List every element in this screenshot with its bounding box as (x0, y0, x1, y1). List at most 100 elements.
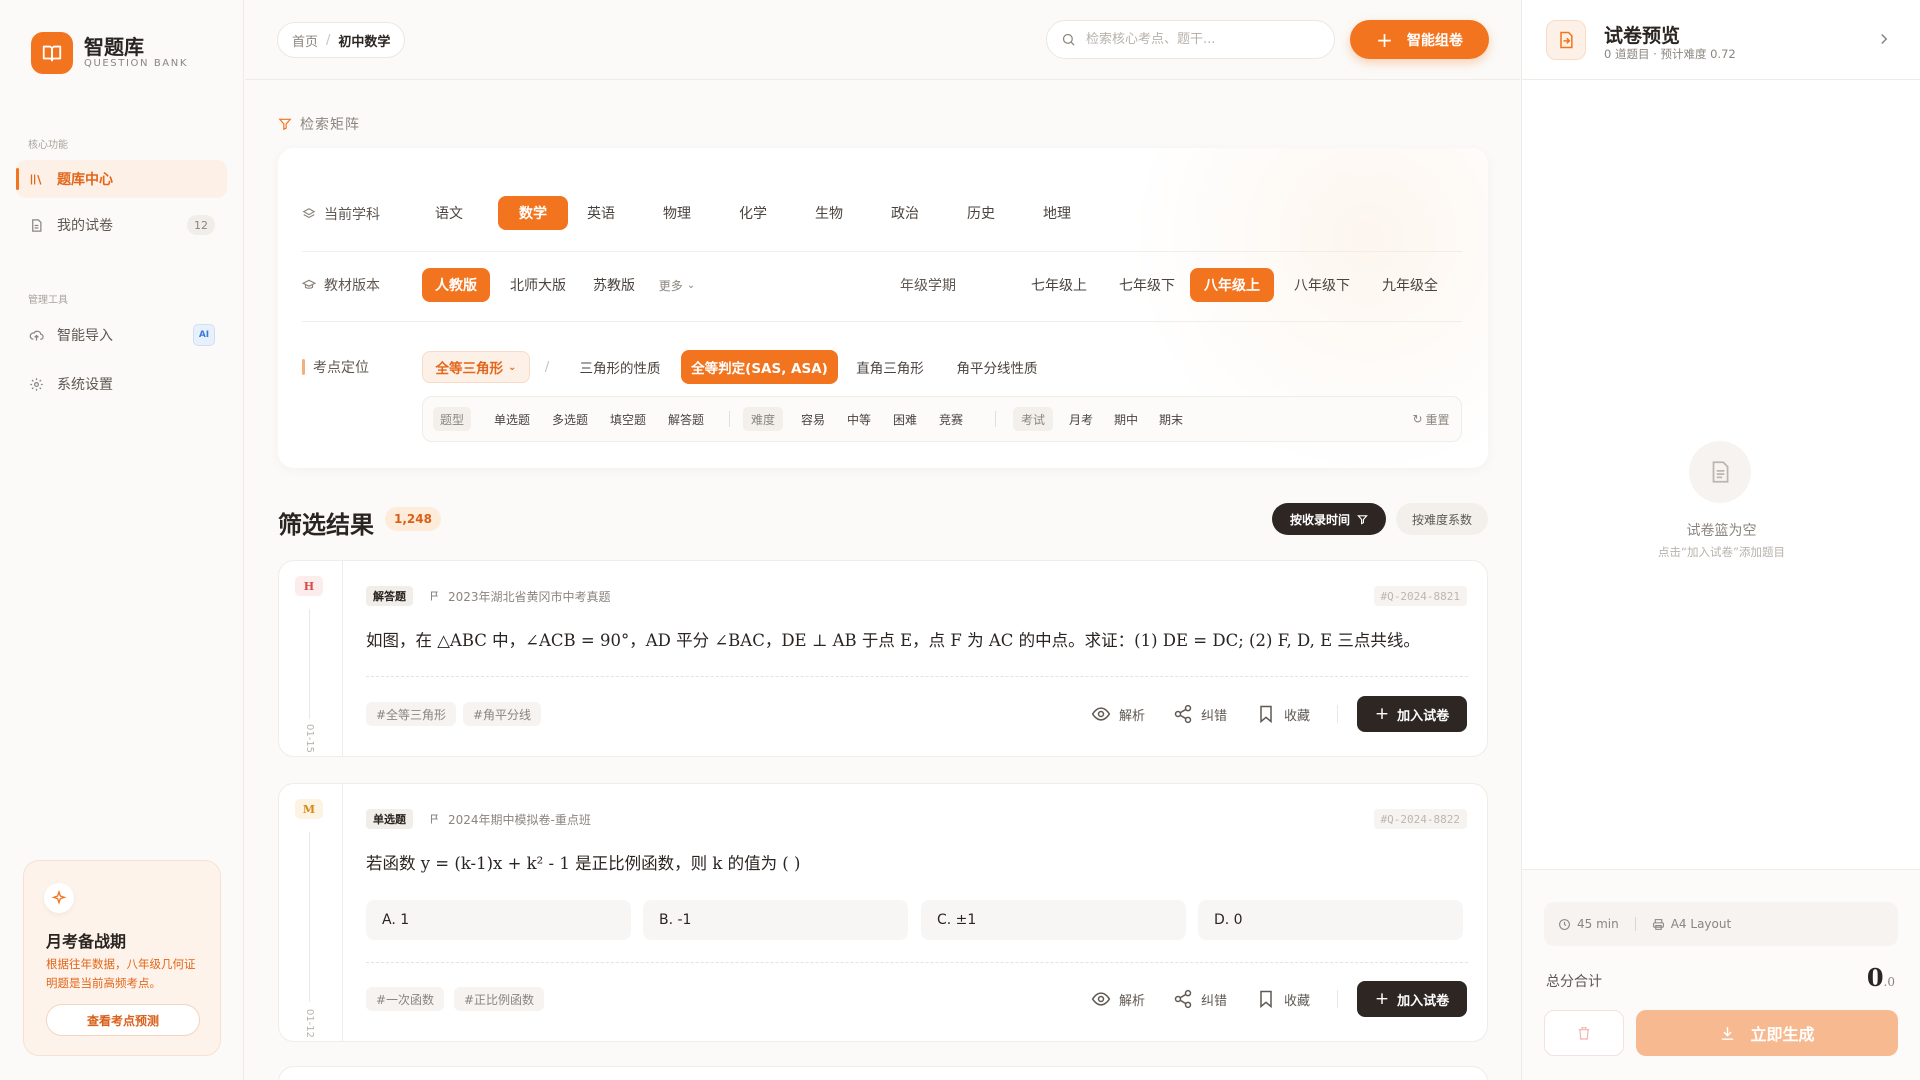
sort-by-time-button[interactable]: 按收录时间 (1272, 503, 1386, 535)
answer-option[interactable]: A. 1 (366, 900, 631, 940)
results-title: 筛选结果 (278, 510, 374, 539)
analysis-button[interactable]: 解析 (1091, 981, 1145, 1017)
sidebar-item-smart-import[interactable]: 智能导入 AI (16, 316, 227, 354)
exam-option[interactable]: 月考 (1065, 407, 1097, 431)
question-tag[interactable]: #一次函数 (366, 987, 445, 1011)
flag-icon (431, 591, 438, 601)
question-tag[interactable]: #全等三角形 (366, 702, 457, 726)
kp-chip[interactable]: 直角三角形 (848, 351, 932, 383)
question-date: 01-15 (304, 723, 316, 754)
count-badge: 12 (187, 215, 215, 235)
add-to-paper-button[interactable]: + 加入试卷 (1357, 981, 1467, 1017)
answer-option[interactable]: B. -1 (643, 900, 908, 940)
plus-icon: + (1374, 989, 1390, 1009)
exam-option[interactable]: 期中 (1110, 407, 1142, 431)
edition-chip[interactable]: 苏教版 (584, 268, 644, 302)
grade-chip[interactable]: 九年级全 (1372, 268, 1448, 302)
add-to-paper-button[interactable]: + 加入试卷 (1357, 696, 1467, 732)
exam-option[interactable]: 期末 (1155, 407, 1187, 431)
smart-compose-button[interactable]: + 智能组卷 (1350, 20, 1489, 59)
breadcrumb-home[interactable]: 首页 (292, 31, 318, 50)
filter-icon (1357, 514, 1368, 525)
difficulty-option[interactable]: 容易 (797, 407, 829, 431)
kp-chip[interactable]: 三角形的性质 (566, 351, 674, 383)
filter-card: 当前学科 语文 数学 英语 物理 化学 生物 政治 历史 地理 教材版本 人教版… (278, 148, 1488, 468)
library-icon (30, 174, 42, 185)
grade-chip-active[interactable]: 八年级上 (1190, 268, 1274, 302)
type-option[interactable]: 解答题 (665, 407, 707, 431)
share-icon (1174, 704, 1192, 724)
type-option[interactable]: 多选题 (549, 407, 591, 431)
cloud-upload-icon (29, 330, 44, 340)
report-error-button[interactable]: 纠错 (1173, 981, 1227, 1017)
kp-row-label: 考点定位 (313, 360, 369, 376)
brand-name: 智题库 (84, 35, 144, 59)
subject-chip-active[interactable]: 数学 (498, 196, 568, 230)
difficulty-option[interactable]: 中等 (843, 407, 875, 431)
filter-section-title: 检索矩阵 (278, 114, 360, 134)
graduation-cap-icon (302, 279, 316, 289)
type-option[interactable]: 填空题 (607, 407, 649, 431)
difficulty-option[interactable]: 竞赛 (935, 407, 967, 431)
breadcrumb: 首页 / 初中数学 (277, 22, 406, 58)
total-score-label: 总分合计 (1546, 974, 1602, 990)
kp-chip-active[interactable]: 全等判定(SAS, ASA) (681, 350, 838, 384)
divider (1337, 990, 1338, 1008)
eye-icon (1091, 992, 1111, 1006)
grade-chip[interactable]: 八年级下 (1284, 268, 1360, 302)
sort-by-difficulty-button[interactable]: 按难度系数 (1396, 503, 1488, 535)
chevron-right-icon[interactable] (1875, 30, 1893, 52)
subject-chip[interactable]: 生物 (804, 196, 854, 230)
edition-chip-active[interactable]: 人教版 (422, 268, 490, 302)
subject-chip[interactable]: 物理 (652, 196, 702, 230)
subject-chip[interactable]: 历史 (956, 196, 1006, 230)
difficulty-level-badge: M (295, 799, 323, 819)
subject-chip[interactable]: 语文 (424, 196, 474, 230)
sparkle-icon (44, 883, 74, 913)
kp-parent-dropdown[interactable]: 全等三角形 ⌄ (422, 351, 530, 383)
favorite-button[interactable]: 收藏 (1256, 696, 1310, 732)
timeline-line (309, 832, 310, 1002)
kp-chip[interactable]: 角平分线性质 (942, 351, 1052, 383)
subject-chip[interactable]: 政治 (880, 196, 930, 230)
bookmark-icon (1260, 990, 1272, 1009)
favorite-button[interactable]: 收藏 (1256, 981, 1310, 1017)
sub-filter-bar: 题型 单选题 多选题 填空题 解答题 难度 容易 中等 困难 竞赛 考试 月考 … (422, 396, 1462, 442)
filter-icon (278, 118, 292, 131)
breadcrumb-current: 初中数学 (338, 34, 391, 50)
sidebar-item-settings[interactable]: 系统设置 (16, 365, 227, 403)
question-tag[interactable]: #角平分线 (463, 702, 542, 726)
edition-more-dropdown[interactable]: 更多 ⌄ (652, 268, 702, 302)
analysis-button[interactable]: 解析 (1091, 696, 1145, 732)
subject-chip[interactable]: 化学 (728, 196, 778, 230)
answer-option[interactable]: D. 0 (1198, 900, 1463, 940)
search-box[interactable] (1046, 20, 1335, 59)
clear-paper-button[interactable] (1544, 1010, 1624, 1056)
difficulty-option[interactable]: 困难 (889, 407, 921, 431)
view-prediction-button[interactable]: 查看考点预测 (46, 1004, 200, 1036)
answer-option[interactable]: C. ±1 (921, 900, 1186, 940)
gear-icon (30, 377, 43, 391)
report-error-button[interactable]: 纠错 (1173, 696, 1227, 732)
sidebar-item-question-bank[interactable]: 题库中心 (16, 160, 227, 198)
subject-chip[interactable]: 地理 (1032, 196, 1082, 230)
logo-book-icon[interactable] (31, 32, 73, 74)
sidebar-item-my-papers[interactable]: 我的试卷 12 (16, 206, 227, 244)
exam-head: 考试 (1013, 407, 1053, 431)
duration: 45 min (1558, 917, 1619, 931)
question-tag[interactable]: #正比例函数 (454, 987, 545, 1011)
edition-chip[interactable]: 北师大版 (500, 268, 576, 302)
type-option[interactable]: 单选题 (491, 407, 533, 431)
smart-compose-label: 智能组卷 (1406, 32, 1463, 49)
subject-chip[interactable]: 英语 (576, 196, 626, 230)
empty-document-icon (1689, 441, 1751, 503)
reset-button[interactable]: ↻ 重置 (1409, 407, 1453, 431)
exam-promo-card: 月考备战期 根据往年数据，八年级几何证明题是当前高频考点。 查看考点预测 (23, 860, 221, 1056)
generate-paper-button[interactable]: 立即生成 (1636, 1010, 1898, 1056)
grade-chip[interactable]: 七年级上 (1021, 268, 1097, 302)
question-card: H 01-15 解答题 2023年湖北省黄冈市中考真题 #Q-2024-8821… (278, 560, 1488, 757)
search-input[interactable] (1086, 32, 1316, 47)
document-icon (32, 218, 42, 232)
sidebar-item-label: 我的试卷 (57, 218, 113, 234)
grade-chip[interactable]: 七年级下 (1109, 268, 1185, 302)
